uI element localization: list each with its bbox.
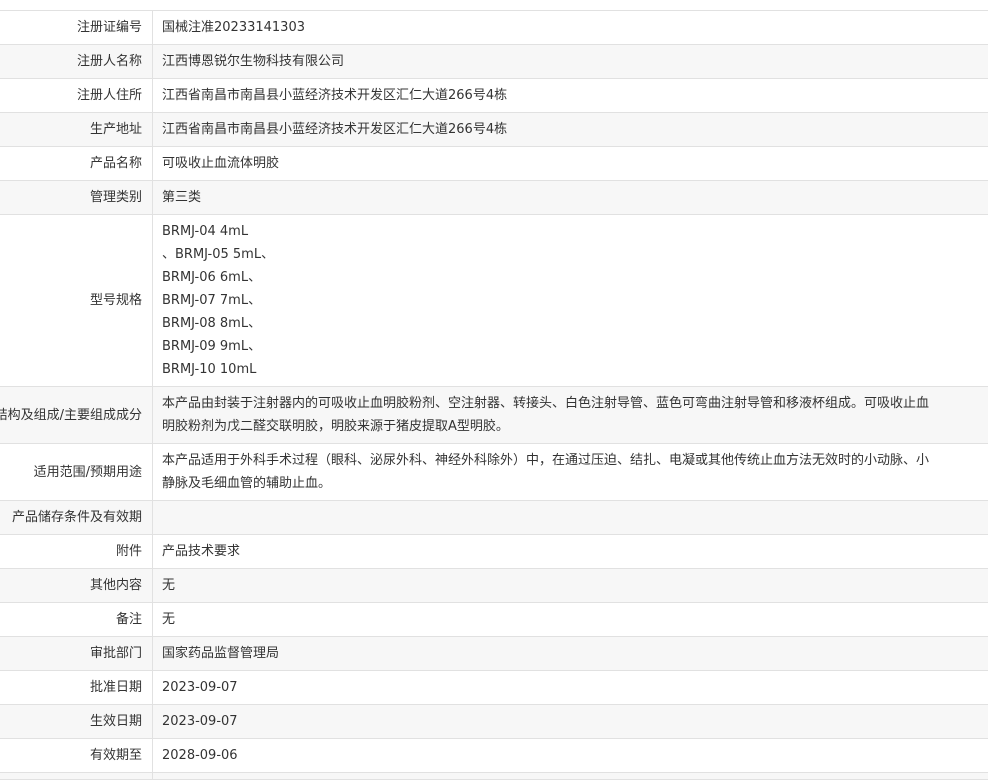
row-value-attachment: 产品技术要求 <box>153 535 988 569</box>
row-value-registrant-name: 江西博恩锐尔生物科技有限公司 <box>153 45 988 79</box>
row-label-management-class: 管理类别 <box>0 181 153 215</box>
row-label-effective-date: 生效日期 <box>0 705 153 739</box>
row-label-valid-until: 有效期至 <box>0 739 153 773</box>
table-row: 有效期至 2028-09-06 <box>0 739 988 773</box>
table-row: 管理类别 第三类 <box>0 181 988 215</box>
row-label-structure-composition: 结构及组成/主要组成成分 <box>0 387 153 444</box>
row-value-intended-use: 本产品适用于外科手术过程（眼科、泌尿外科、神经外科除外）中，在通过压迫、结扎、电… <box>153 444 988 501</box>
row-label-storage-validity: 产品储存条件及有效期 <box>0 501 153 535</box>
row-value-management-class: 第三类 <box>153 181 988 215</box>
row-label-product-name: 产品名称 <box>0 147 153 181</box>
row-label-attachment: 附件 <box>0 535 153 569</box>
row-label-registration-number: 注册证编号 <box>0 11 153 45</box>
row-label-registrant-name: 注册人名称 <box>0 45 153 79</box>
model-spec-line: BRMJ-10 10mL <box>162 358 941 381</box>
model-spec-line: BRMJ-06 6mL、 <box>162 266 941 289</box>
registration-detail-sheet: 注册证编号 国械注准20233141303 注册人名称 江西博恩锐尔生物科技有限… <box>0 10 988 780</box>
row-value-valid-until: 2028-09-06 <box>153 739 988 773</box>
table-row: 注册人住所 江西省南昌市南昌县小蓝经济技术开发区汇仁大道266号4栋 <box>0 79 988 113</box>
row-value-structure-composition: 本产品由封装于注射器内的可吸收止血明胶粉剂、空注射器、转接头、白色注射导管、蓝色… <box>153 387 988 444</box>
table-row: 备注 无 <box>0 603 988 637</box>
row-value-approval-department: 国家药品监督管理局 <box>153 637 988 671</box>
model-spec-line: BRMJ-04 4mL <box>162 220 941 243</box>
table-row: 附件 产品技术要求 <box>0 535 988 569</box>
row-value-registration-number: 国械注准20233141303 <box>153 11 988 45</box>
row-label-production-address: 生产地址 <box>0 113 153 147</box>
table-row: 其他内容 无 <box>0 569 988 603</box>
table-row: 注册人名称 江西博恩锐尔生物科技有限公司 <box>0 45 988 79</box>
row-value-production-address: 江西省南昌市南昌县小蓝经济技术开发区汇仁大道266号4栋 <box>153 113 988 147</box>
row-value-other-content: 无 <box>153 569 988 603</box>
table-row: 批准日期 2023-09-07 <box>0 671 988 705</box>
table-row: 适用范围/预期用途 本产品适用于外科手术过程（眼科、泌尿外科、神经外科除外）中，… <box>0 444 988 501</box>
row-label-approval-date: 批准日期 <box>0 671 153 705</box>
row-value-remarks: 无 <box>153 603 988 637</box>
row-label-model-spec: 型号规格 <box>0 215 153 387</box>
table-row: 产品名称 可吸收止血流体明胶 <box>0 147 988 181</box>
table-row: 审批部门 国家药品监督管理局 <box>0 637 988 671</box>
row-value-model-spec: BRMJ-04 4mL 、BRMJ-05 5mL、 BRMJ-06 6mL、 B… <box>153 215 988 387</box>
partial-cell <box>153 773 988 780</box>
table-row: 生产地址 江西省南昌市南昌县小蓝经济技术开发区汇仁大道266号4栋 <box>0 113 988 147</box>
table-row: 结构及组成/主要组成成分 本产品由封装于注射器内的可吸收止血明胶粉剂、空注射器、… <box>0 387 988 444</box>
row-label-registrant-address: 注册人住所 <box>0 79 153 113</box>
row-label-remarks: 备注 <box>0 603 153 637</box>
model-spec-line: 、BRMJ-05 5mL、 <box>162 243 941 266</box>
row-value-approval-date: 2023-09-07 <box>153 671 988 705</box>
row-label-approval-department: 审批部门 <box>0 637 153 671</box>
row-value-storage-validity <box>153 501 988 535</box>
row-label-other-content: 其他内容 <box>0 569 153 603</box>
table-row-partial <box>0 773 988 780</box>
table-row: 生效日期 2023-09-07 <box>0 705 988 739</box>
table-row: 型号规格 BRMJ-04 4mL 、BRMJ-05 5mL、 BRMJ-06 6… <box>0 215 988 387</box>
row-value-registrant-address: 江西省南昌市南昌县小蓝经济技术开发区汇仁大道266号4栋 <box>153 79 988 113</box>
partial-cell <box>0 773 153 780</box>
table-row: 注册证编号 国械注准20233141303 <box>0 11 988 45</box>
model-spec-line: BRMJ-07 7mL、 <box>162 289 941 312</box>
table-row: 产品储存条件及有效期 <box>0 501 988 535</box>
registration-info-table: 注册证编号 国械注准20233141303 注册人名称 江西博恩锐尔生物科技有限… <box>0 10 988 780</box>
row-value-product-name: 可吸收止血流体明胶 <box>153 147 988 181</box>
model-spec-line: BRMJ-08 8mL、 <box>162 312 941 335</box>
row-value-effective-date: 2023-09-07 <box>153 705 988 739</box>
model-spec-line: BRMJ-09 9mL、 <box>162 335 941 358</box>
row-label-intended-use: 适用范围/预期用途 <box>0 444 153 501</box>
